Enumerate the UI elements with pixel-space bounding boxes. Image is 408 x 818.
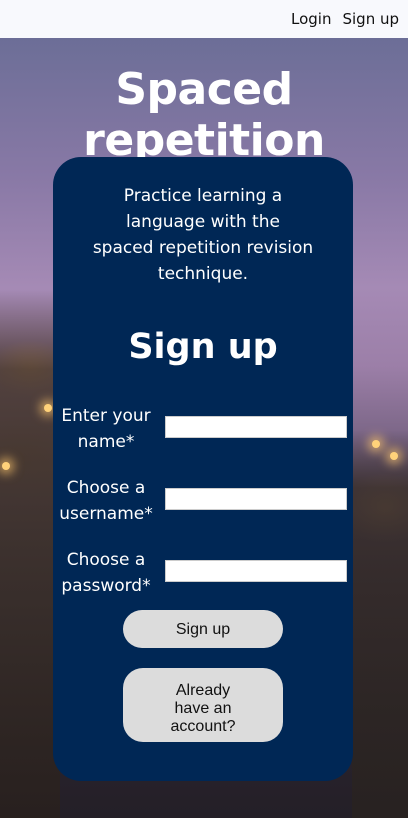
signup-link[interactable]: Sign up bbox=[342, 10, 399, 28]
top-nav: Login Sign up bbox=[0, 0, 408, 38]
tagline: Practice learning a language with the sp… bbox=[53, 183, 353, 287]
name-label-line: Enter your bbox=[61, 406, 151, 426]
account-button-line: have an bbox=[174, 700, 232, 717]
lamp-light bbox=[372, 440, 380, 448]
password-label: Choose a password* bbox=[53, 547, 159, 599]
account-button-line: account? bbox=[170, 718, 236, 735]
form-title: Sign up bbox=[128, 327, 278, 367]
lamp-light bbox=[44, 404, 52, 412]
tagline-line: Practice learning a bbox=[123, 186, 283, 206]
tagline-line: technique. bbox=[157, 264, 249, 284]
page-title: Spaced repetition bbox=[83, 64, 325, 166]
username-label-line: username* bbox=[59, 504, 153, 524]
background-bridge-left bbox=[0, 290, 60, 818]
name-input[interactable] bbox=[165, 416, 347, 438]
name-row: Enter your name* bbox=[53, 403, 353, 459]
name-label-line: name* bbox=[77, 432, 135, 452]
already-have-account-button[interactable]: Already have an account? bbox=[123, 668, 283, 742]
account-button-line: Already bbox=[175, 682, 231, 699]
username-input[interactable] bbox=[165, 488, 347, 510]
password-label-line: password* bbox=[61, 576, 151, 596]
name-label: Enter your name* bbox=[53, 403, 159, 455]
background-bridge-right bbox=[352, 430, 408, 818]
username-label: Choose a username* bbox=[53, 475, 159, 527]
signup-card: Practice learning a language with the sp… bbox=[53, 157, 353, 781]
tagline-line: spaced repetition revision bbox=[92, 238, 314, 258]
password-row: Choose a password* bbox=[53, 547, 353, 603]
password-input[interactable] bbox=[165, 560, 347, 582]
login-link[interactable]: Login bbox=[291, 10, 331, 28]
lamp-light bbox=[2, 462, 10, 470]
username-label-line: Choose a bbox=[66, 478, 146, 498]
signup-button[interactable]: Sign up bbox=[123, 610, 283, 648]
username-row: Choose a username* bbox=[53, 475, 353, 531]
tagline-line: language with the bbox=[126, 212, 280, 232]
password-label-line: Choose a bbox=[66, 550, 146, 570]
lamp-light bbox=[390, 452, 398, 460]
